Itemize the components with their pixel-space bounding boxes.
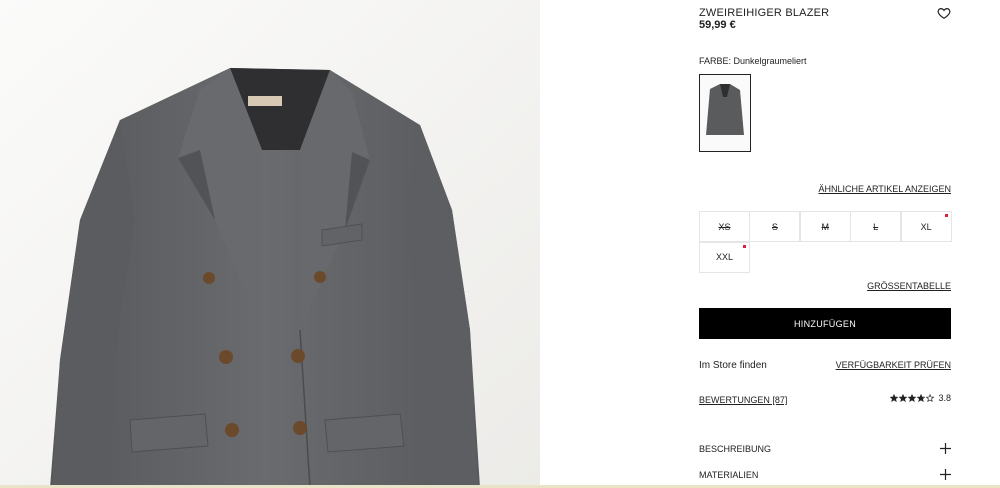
low-stock-indicator — [743, 244, 746, 248]
size-option-s[interactable]: S — [749, 211, 801, 242]
accordion-label: MATERIALIEN — [699, 470, 759, 480]
star-icon — [899, 394, 908, 402]
size-label: L — [873, 221, 879, 232]
star-icon — [890, 394, 899, 402]
star-icon — [926, 394, 935, 402]
accordion-description[interactable]: BESCHREIBUNG — [699, 443, 951, 458]
size-chart-link[interactable]: GRÖSSENTABELLE — [867, 281, 951, 291]
color-label: FARBE: Dunkelgraumeliert — [699, 56, 807, 66]
size-option-m[interactable]: M — [799, 211, 851, 242]
star-icon — [908, 394, 917, 402]
similar-items-link[interactable]: ÄHNLICHE ARTIKEL ANZEIGEN — [818, 184, 951, 194]
low-stock-indicator — [944, 214, 948, 217]
size-option-xxl[interactable]: XXL — [699, 241, 750, 273]
rating-value: 3.8 — [938, 393, 951, 403]
size-option-xs[interactable]: XS — [699, 211, 750, 242]
product-image[interactable] — [0, 0, 540, 488]
rating-summary: 3.8 — [890, 393, 951, 403]
check-availability-link[interactable]: VERFÜGBARKEIT PRÜFEN — [836, 360, 951, 370]
product-panel: ZWEIREIHIGER BLAZER 59,99 € FARBE: Dunke… — [699, 0, 952, 488]
rating-stars — [890, 394, 935, 402]
size-label: XXL — [715, 252, 733, 262]
accordion-label: BESCHREIBUNG — [699, 444, 772, 454]
product-price: 59,99 € — [699, 19, 736, 31]
size-option-xl[interactable]: XL — [900, 211, 952, 242]
heart-icon[interactable] — [937, 6, 951, 20]
reviews-link[interactable]: BEWERTUNGEN [87] — [699, 395, 787, 405]
find-in-store-label: Im Store finden — [699, 360, 767, 371]
blazer-photo — [0, 0, 540, 488]
plus-icon — [940, 469, 951, 480]
add-to-cart-button[interactable]: HINZUFÜGEN — [699, 308, 951, 339]
plus-icon — [940, 443, 951, 454]
size-label: M — [821, 221, 830, 232]
size-option-l[interactable]: L — [850, 211, 902, 242]
size-label: XS — [718, 221, 731, 232]
color-swatch[interactable] — [699, 74, 751, 152]
accordion-materials[interactable]: MATERIALIEN — [699, 469, 951, 484]
star-icon — [917, 394, 926, 402]
product-title: ZWEIREIHIGER BLAZER — [699, 7, 830, 19]
size-label: XL — [920, 221, 932, 232]
size-label: S — [771, 221, 778, 232]
